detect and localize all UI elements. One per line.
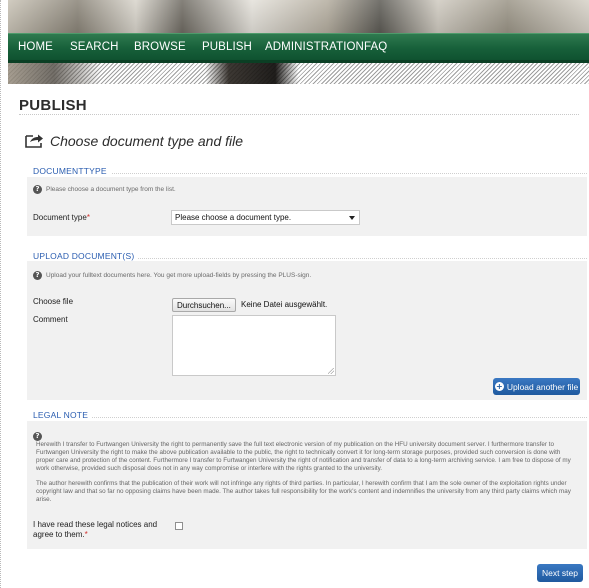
help-icon: ? [33,271,42,280]
document-type-select-value: Please choose a document type. [175,213,292,222]
step-heading-text: Choose document type and file [50,133,244,149]
documenttype-legend: DOCUMENTTYPE [33,166,111,176]
upload-legend: UPLOAD DOCUMENT(S) [33,251,139,261]
banner-photo-bottom [8,63,589,84]
page-title: PUBLISH [19,97,87,114]
required-marker: * [84,530,88,539]
nav-home[interactable]: HOME [18,41,53,53]
nav-faq[interactable]: FAQ [364,41,387,53]
plus-icon: + [494,381,504,391]
legal-legend: LEGAL NOTE [33,410,93,420]
arrow-into-box-icon [25,134,43,148]
comment-textarea[interactable] [172,315,336,376]
page-left-rule [0,0,1,588]
document-type-label: Document type* [33,213,90,222]
banner-photo-top [8,0,589,33]
documenttype-hint-text: Please choose a document type from the l… [46,186,176,193]
step-heading: Choose document type and file [24,133,243,149]
required-marker: * [86,213,90,222]
documenttype-hint: ? Please choose a document type from the… [33,185,176,194]
nav-administration[interactable]: ADMINISTRATION [265,41,364,53]
legal-paragraph-1: Herewith I transfer to Furtwangen Univer… [36,441,571,472]
next-step-button[interactable]: Next step [537,564,583,582]
main-navigation: HOME SEARCH BROWSE PUBLISH ADMINISTRATIO… [8,33,589,63]
nav-search[interactable]: SEARCH [70,41,119,53]
comment-label: Comment [33,315,68,324]
agree-label: I have read these legal notices and agre… [33,520,168,540]
agree-checkbox[interactable] [175,522,183,530]
choose-file-label: Choose file [33,297,74,306]
upload-another-file-label: Upload another file [506,381,579,392]
nav-browse[interactable]: BROWSE [134,41,186,53]
header-banner: HOME SEARCH BROWSE PUBLISH ADMINISTRATIO… [8,0,589,84]
document-type-label-text: Document type [33,213,87,222]
upload-hint-text: Upload your fulltext documents here. You… [46,272,312,279]
document-type-select[interactable]: Please choose a document type. [171,210,360,225]
file-status-text: Keine Datei ausgewählt. [241,300,328,309]
title-divider [19,114,579,115]
nav-publish[interactable]: PUBLISH [202,41,252,53]
documenttype-legend-rule [33,173,587,174]
browse-file-button[interactable]: Durchsuchen... [172,298,236,312]
chevron-down-icon [349,216,355,220]
legal-legend-rule [33,417,587,418]
upload-hint: ? Upload your fulltext documents here. Y… [33,271,311,280]
upload-another-file-button[interactable]: + Upload another file [493,378,580,395]
agree-label-text: I have read these legal notices and agre… [33,520,158,539]
legal-paragraph-2: The author herewith confirms that the pu… [36,480,571,503]
resize-grip-icon[interactable] [328,368,334,374]
help-icon: ? [33,185,42,194]
help-icon: ? [33,432,42,441]
